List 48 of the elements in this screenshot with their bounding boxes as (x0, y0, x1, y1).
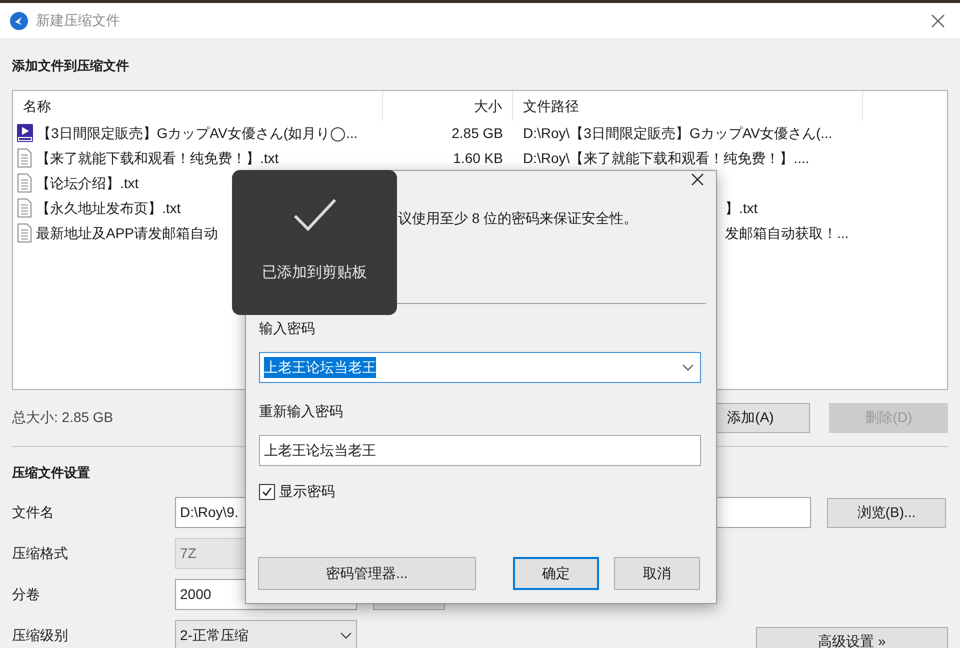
password-combobox[interactable]: 上老王论坛当老王 (259, 352, 701, 383)
document-icon (17, 148, 32, 168)
file-name[interactable]: 【论坛介绍】.txt (36, 172, 139, 194)
chevron-down-icon (340, 632, 352, 639)
close-icon[interactable] (691, 173, 704, 186)
field-label: 分卷 (12, 585, 41, 604)
document-icon (17, 223, 32, 243)
app-logo-icon (10, 12, 28, 30)
section-title: 压缩文件设置 (12, 464, 91, 482)
dropdown[interactable]: 2-正常压缩 (175, 620, 357, 648)
field-label: 输入密码 (259, 319, 316, 338)
toast-message: 已添加到剪贴板 (262, 263, 367, 283)
chevron-down-icon[interactable] (682, 364, 694, 371)
window-title: 新建压缩文件 (36, 11, 120, 30)
check-icon (261, 486, 273, 497)
file-path: 发邮箱自动获取！... (725, 224, 849, 240)
checkbox-label[interactable]: 显示密码 (279, 481, 335, 502)
file-size: 2.85 GB (452, 124, 503, 140)
ok-button[interactable]: 确定 (513, 557, 599, 590)
file-name[interactable]: 【3日間限定販売】GカップAV女優さん(如月り◯... (37, 122, 358, 144)
file-path: D:\Roy\【来了就能下载和观看！纯免费！】.... (523, 150, 810, 166)
column-header[interactable]: 大小 (383, 90, 513, 120)
browse-button[interactable]: 浏览(B)... (827, 498, 946, 528)
checkbox[interactable] (259, 484, 275, 500)
field-label: 文件名 (12, 503, 55, 522)
password-field[interactable]: 上老王论坛当老王 (259, 435, 701, 466)
advanced-settings-button[interactable]: 高级设置 » (756, 626, 948, 648)
file-path: 】.txt (725, 200, 758, 216)
file-name[interactable]: 最新地址及APP请发邮箱自动 (36, 222, 218, 244)
file-size: 1.60 KB (453, 150, 503, 166)
section-title: 添加文件到压缩文件 (12, 57, 130, 75)
video-file-icon (17, 124, 33, 142)
column-header[interactable]: 文件路径 (513, 90, 863, 120)
total-size: 总大小: 2.85 GB (12, 408, 114, 427)
file-path: D:\Roy\【3日間限定販売】GカップAV女優さん(... (523, 124, 832, 140)
document-icon (17, 198, 32, 218)
field-label: 重新输入密码 (259, 402, 344, 421)
document-icon (17, 173, 32, 193)
password-manager-button[interactable]: 密码管理器... (258, 557, 476, 590)
cancel-button[interactable]: 取消 (614, 557, 700, 590)
file-name[interactable]: 【永久地址发布页】.txt (36, 198, 181, 218)
checkmark-icon (292, 198, 336, 232)
hint-text: 议使用至少 8 位的密码来保证安全性。 (398, 209, 638, 228)
field-label: 压缩格式 (12, 544, 69, 563)
file-name[interactable]: 【来了就能下载和观看！纯免费！】.txt (36, 148, 279, 168)
close-icon[interactable] (930, 12, 946, 28)
column-header[interactable]: 名称 (13, 90, 383, 120)
field-label: 压缩级别 (12, 626, 69, 645)
